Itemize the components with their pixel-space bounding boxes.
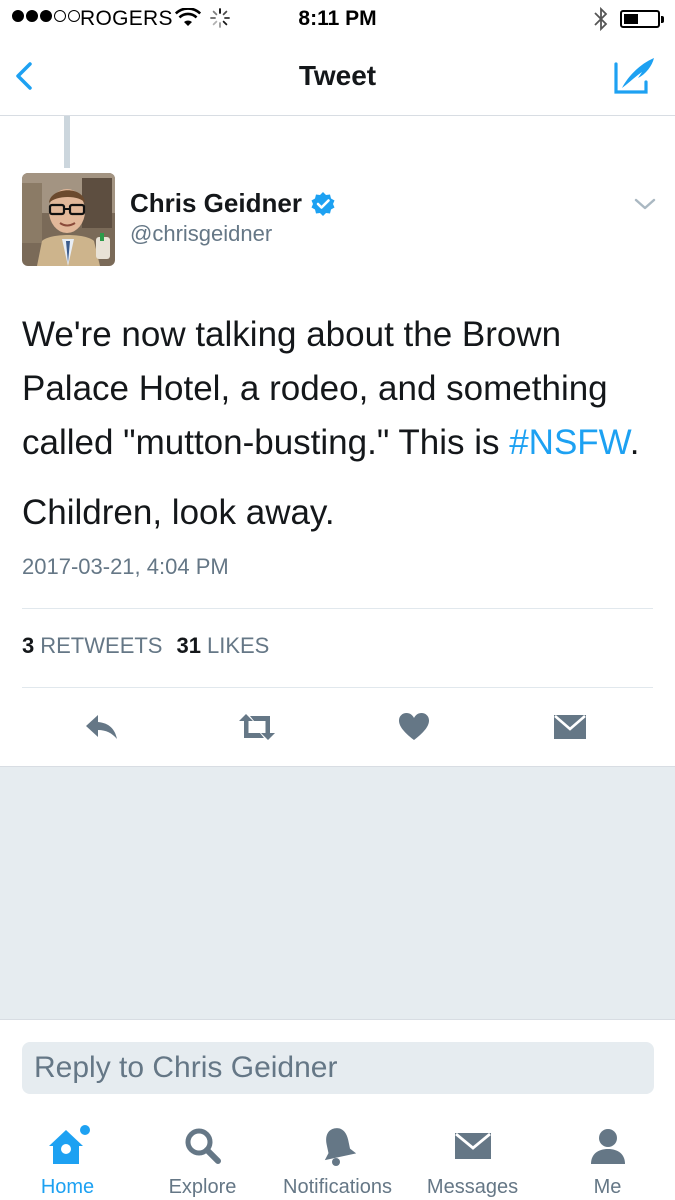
retweet-count: 3 — [22, 633, 35, 658]
home-icon — [48, 1125, 90, 1164]
tab-label-home: Home — [40, 1176, 95, 1198]
tab-notifications[interactable]: Notifications — [270, 1122, 405, 1200]
retweet-icon — [239, 714, 275, 740]
tab-bar: Home Explore Notifications Messages Me — [0, 1108, 675, 1200]
search-icon — [185, 1128, 221, 1164]
bluetooth-icon — [594, 6, 608, 32]
reply-icon — [86, 715, 117, 739]
author-name-row[interactable]: Chris Geidner — [130, 188, 336, 219]
tab-home[interactable]: Home — [0, 1122, 135, 1200]
tab-label-messages: Messages — [426, 1176, 519, 1198]
tweet-timestamp: 2017-03-21, 4:04 PM — [22, 554, 229, 579]
tab-messages[interactable]: Messages — [405, 1122, 540, 1200]
battery-icon — [620, 10, 664, 28]
status-bar: ROGERS 8:11 PM — [0, 0, 675, 38]
divider — [22, 687, 653, 688]
hashtag-link[interactable]: #NSFW — [509, 423, 630, 462]
like-label: LIKES — [206, 633, 270, 658]
reply-button[interactable] — [80, 707, 124, 747]
person-icon — [590, 1129, 625, 1164]
status-time: 8:11 PM — [298, 7, 377, 30]
author-display-name[interactable]: Chris Geidner — [130, 188, 302, 219]
reply-bar — [0, 1020, 675, 1108]
thread-connector-line — [64, 116, 70, 168]
tab-explore[interactable]: Explore — [135, 1122, 270, 1200]
divider — [22, 608, 653, 609]
avatar-photo — [22, 173, 115, 266]
tweet-text: We're now talking about the Brown Palace… — [22, 308, 662, 540]
likes-stat[interactable]: 31 LIKES — [176, 633, 269, 659]
navigation-bar: Tweet — [0, 38, 675, 116]
author-handle[interactable]: @chrisgeidner — [130, 221, 272, 247]
chevron-down-icon — [634, 198, 656, 210]
tweet-paragraph-1: We're now talking about the Brown Palace… — [22, 308, 662, 470]
verified-badge-icon — [311, 191, 335, 216]
page-title: Tweet — [298, 60, 377, 91]
retweets-stat[interactable]: 3 RETWEETS — [22, 633, 162, 659]
tweet-text-period: . — [629, 423, 640, 462]
compose-quill-icon — [614, 58, 654, 94]
heart-icon — [399, 713, 429, 740]
bell-icon — [324, 1128, 356, 1166]
tweet-stats: 3 RETWEETS 31 LIKES — [22, 633, 269, 659]
replies-area — [0, 766, 675, 1020]
tab-label-notifications: Notifications — [283, 1176, 392, 1198]
tab-me[interactable]: Me — [540, 1122, 675, 1200]
direct-message-button[interactable] — [548, 707, 592, 747]
tweet-paragraph-2: Children, look away. — [22, 493, 335, 532]
envelope-icon — [454, 1132, 491, 1159]
avatar[interactable] — [22, 173, 115, 266]
tab-label-explore: Explore — [168, 1176, 237, 1198]
envelope-icon — [554, 715, 586, 739]
compose-tweet-button[interactable] — [612, 54, 658, 96]
tweet-actions — [0, 707, 675, 747]
like-button[interactable] — [392, 707, 436, 747]
retweet-label: RETWEETS — [40, 633, 163, 658]
tweet-options-button[interactable] — [632, 194, 658, 214]
retweet-button[interactable] — [235, 707, 279, 747]
tab-label-me: Me — [593, 1176, 622, 1198]
like-count: 31 — [176, 633, 201, 658]
reply-input[interactable] — [22, 1042, 654, 1094]
